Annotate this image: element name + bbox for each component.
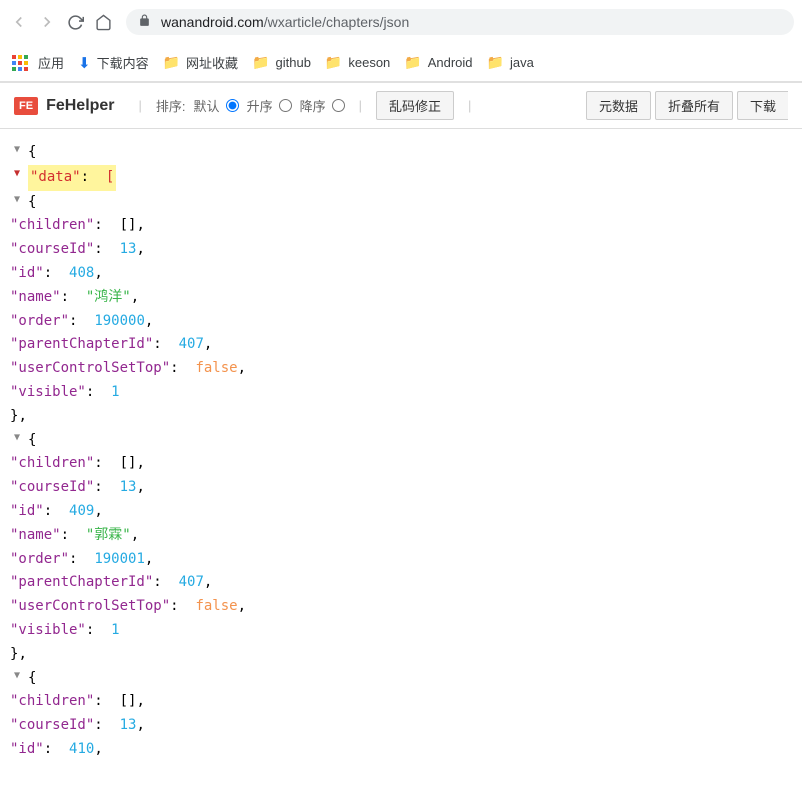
forward-icon[interactable] [36,11,58,33]
sort-default[interactable]: 默认 [194,96,239,115]
browser-chrome: wanandroid.com/wxarticle/chapters/json 应… [0,0,802,83]
bookmark-folder[interactable]: 📁 网址收藏 [163,53,238,72]
bookmark-folder[interactable]: 📁 Android [404,54,472,71]
bookmark-label: Android [428,55,473,70]
collapse-all-button[interactable]: 折叠所有 [655,91,733,120]
folder-icon: 📁 [487,54,504,71]
url-text: wanandroid.com/wxarticle/chapters/json [161,14,409,30]
radio-input[interactable] [332,99,345,112]
bookmark-label: keeson [348,55,390,70]
folder-icon: 📁 [325,54,342,71]
fe-logo: FE [14,97,38,115]
toggle-icon[interactable] [10,429,24,446]
sort-label: 排序: [156,96,186,115]
home-icon[interactable] [92,11,114,33]
apps-button[interactable]: 应用 [12,53,64,72]
bookmark-label: java [510,55,534,70]
sort-desc[interactable]: 降序 [300,96,345,115]
json-viewer: { "data": [ { "children": [], "courseId"… [0,129,802,774]
radio-input[interactable] [279,99,292,112]
apps-icon [12,55,28,71]
fix-encoding-button[interactable]: 乱码修正 [376,91,454,120]
folder-icon: 📁 [252,54,269,71]
bookmarks-bar: 应用 ⬇ 下载内容 📁 网址收藏 📁 github 📁 keeson 📁 And… [0,44,802,82]
download-icon: ⬇ [78,54,91,72]
toggle-icon[interactable] [10,667,24,684]
bookmark-label: github [276,55,311,70]
radio-label: 降序 [300,96,326,115]
url-bar[interactable]: wanandroid.com/wxarticle/chapters/json [126,9,794,35]
fehelper-toolbar: FE FeHelper | 排序: 默认 升序 降序 | 乱码修正 | 元数据 … [0,83,802,129]
divider: | [139,98,142,113]
bookmark-label: 网址收藏 [186,53,238,72]
lock-icon [138,14,151,30]
nav-bar: wanandroid.com/wxarticle/chapters/json [0,0,802,44]
sort-asc[interactable]: 升序 [247,96,292,115]
toggle-icon[interactable] [10,165,24,182]
apps-label: 应用 [38,53,64,72]
raw-data-button[interactable]: 元数据 [586,91,651,120]
toggle-icon[interactable] [10,141,24,158]
toggle-icon[interactable] [10,191,24,208]
radio-label: 默认 [194,96,220,115]
reload-icon[interactable] [64,11,86,33]
radio-input[interactable] [226,99,239,112]
bookmark-label: 下载内容 [97,53,149,72]
folder-icon: 📁 [404,54,421,71]
bookmark-folder[interactable]: 📁 github [252,54,311,71]
bookmark-folder[interactable]: 📁 keeson [325,54,390,71]
folder-icon: 📁 [163,54,180,71]
fe-title: FeHelper [46,97,114,115]
back-icon[interactable] [8,11,30,33]
divider: | [468,98,471,113]
bookmark-downloads[interactable]: ⬇ 下载内容 [78,53,149,72]
download-button[interactable]: 下载 [737,91,788,120]
divider: | [359,98,362,113]
bookmark-folder[interactable]: 📁 java [487,54,534,71]
radio-label: 升序 [247,96,273,115]
